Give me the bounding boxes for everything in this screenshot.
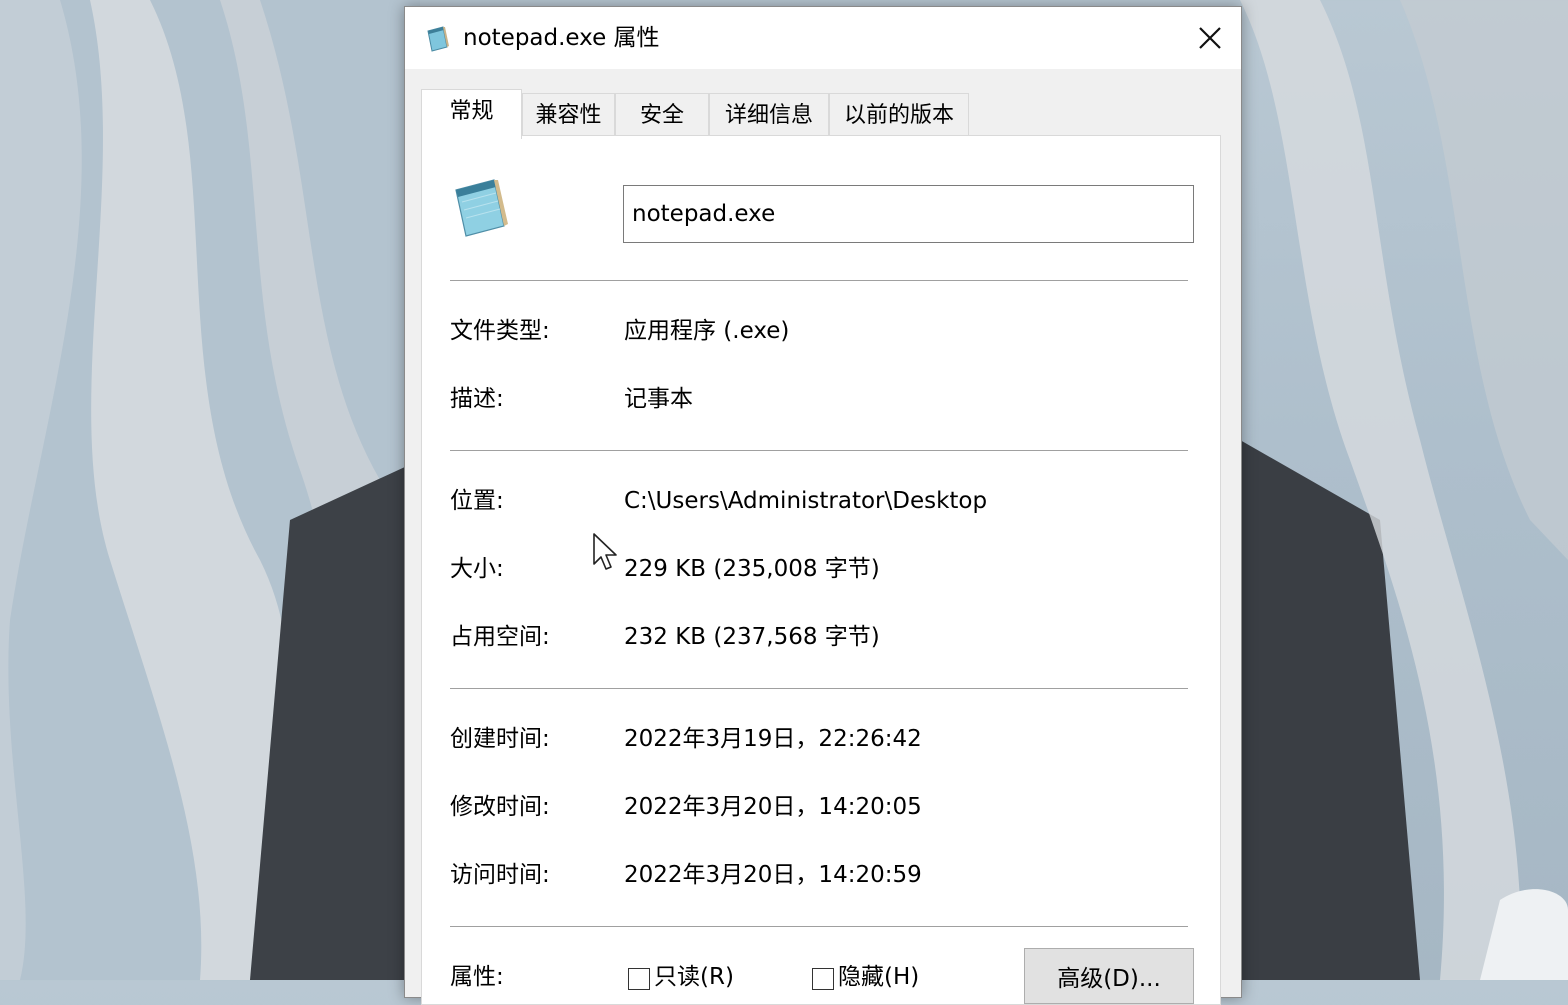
advanced-button[interactable]: 高级(D)... bbox=[1024, 948, 1194, 1004]
notepad-icon bbox=[427, 26, 449, 52]
readonly-label[interactable]: 只读(R) bbox=[654, 962, 734, 992]
mouse-pointer-icon bbox=[593, 533, 617, 570]
separator bbox=[450, 926, 1188, 927]
separator bbox=[450, 688, 1188, 689]
readonly-checkbox[interactable] bbox=[628, 968, 650, 990]
general-panel: 文件类型: 应用程序 (.exe) 描述: 记事本 位置: C:\Users\A… bbox=[421, 135, 1221, 1005]
separator bbox=[450, 450, 1188, 451]
tab-general[interactable]: 常规 bbox=[421, 89, 522, 139]
size-value: 229 KB (235,008 字节) bbox=[624, 556, 880, 582]
close-button[interactable] bbox=[1179, 7, 1241, 69]
notepad-icon bbox=[455, 179, 508, 237]
location-label: 位置: bbox=[450, 488, 504, 514]
description-value: 记事本 bbox=[624, 386, 693, 412]
created-label: 创建时间: bbox=[450, 726, 550, 752]
tab-security[interactable]: 安全 bbox=[615, 93, 709, 137]
properties-dialog: notepad.exe 属性 常规 兼容性 安全 详细信息 以前的版本 文件类型… bbox=[404, 6, 1242, 1005]
file-name-input[interactable] bbox=[623, 185, 1194, 243]
hidden-label[interactable]: 隐藏(H) bbox=[838, 962, 919, 992]
tab-previous-versions[interactable]: 以前的版本 bbox=[829, 93, 969, 137]
location-value[interactable]: C:\Users\Administrator\Desktop bbox=[624, 486, 987, 516]
title-bar[interactable]: notepad.exe 属性 bbox=[405, 7, 1241, 69]
description-label: 描述: bbox=[450, 386, 504, 412]
size-label: 大小: bbox=[450, 556, 504, 582]
attributes-label: 属性: bbox=[450, 964, 504, 990]
modified-label: 修改时间: bbox=[450, 794, 550, 820]
size-on-disk-value: 232 KB (237,568 字节) bbox=[624, 624, 880, 650]
window-title: notepad.exe 属性 bbox=[463, 25, 660, 51]
tab-compatibility[interactable]: 兼容性 bbox=[522, 93, 615, 137]
file-type-label: 文件类型: bbox=[450, 318, 550, 344]
hidden-checkbox[interactable] bbox=[812, 968, 834, 990]
close-icon bbox=[1199, 27, 1221, 49]
created-value: 2022年3月19日，22:26:42 bbox=[624, 726, 922, 752]
accessed-value: 2022年3月20日，14:20:59 bbox=[624, 862, 922, 888]
tab-details[interactable]: 详细信息 bbox=[709, 93, 829, 137]
size-on-disk-label: 占用空间: bbox=[450, 624, 550, 650]
modified-value: 2022年3月20日，14:20:05 bbox=[624, 794, 922, 820]
accessed-label: 访问时间: bbox=[450, 862, 550, 888]
separator bbox=[450, 280, 1188, 281]
file-type-value: 应用程序 (.exe) bbox=[624, 318, 790, 344]
